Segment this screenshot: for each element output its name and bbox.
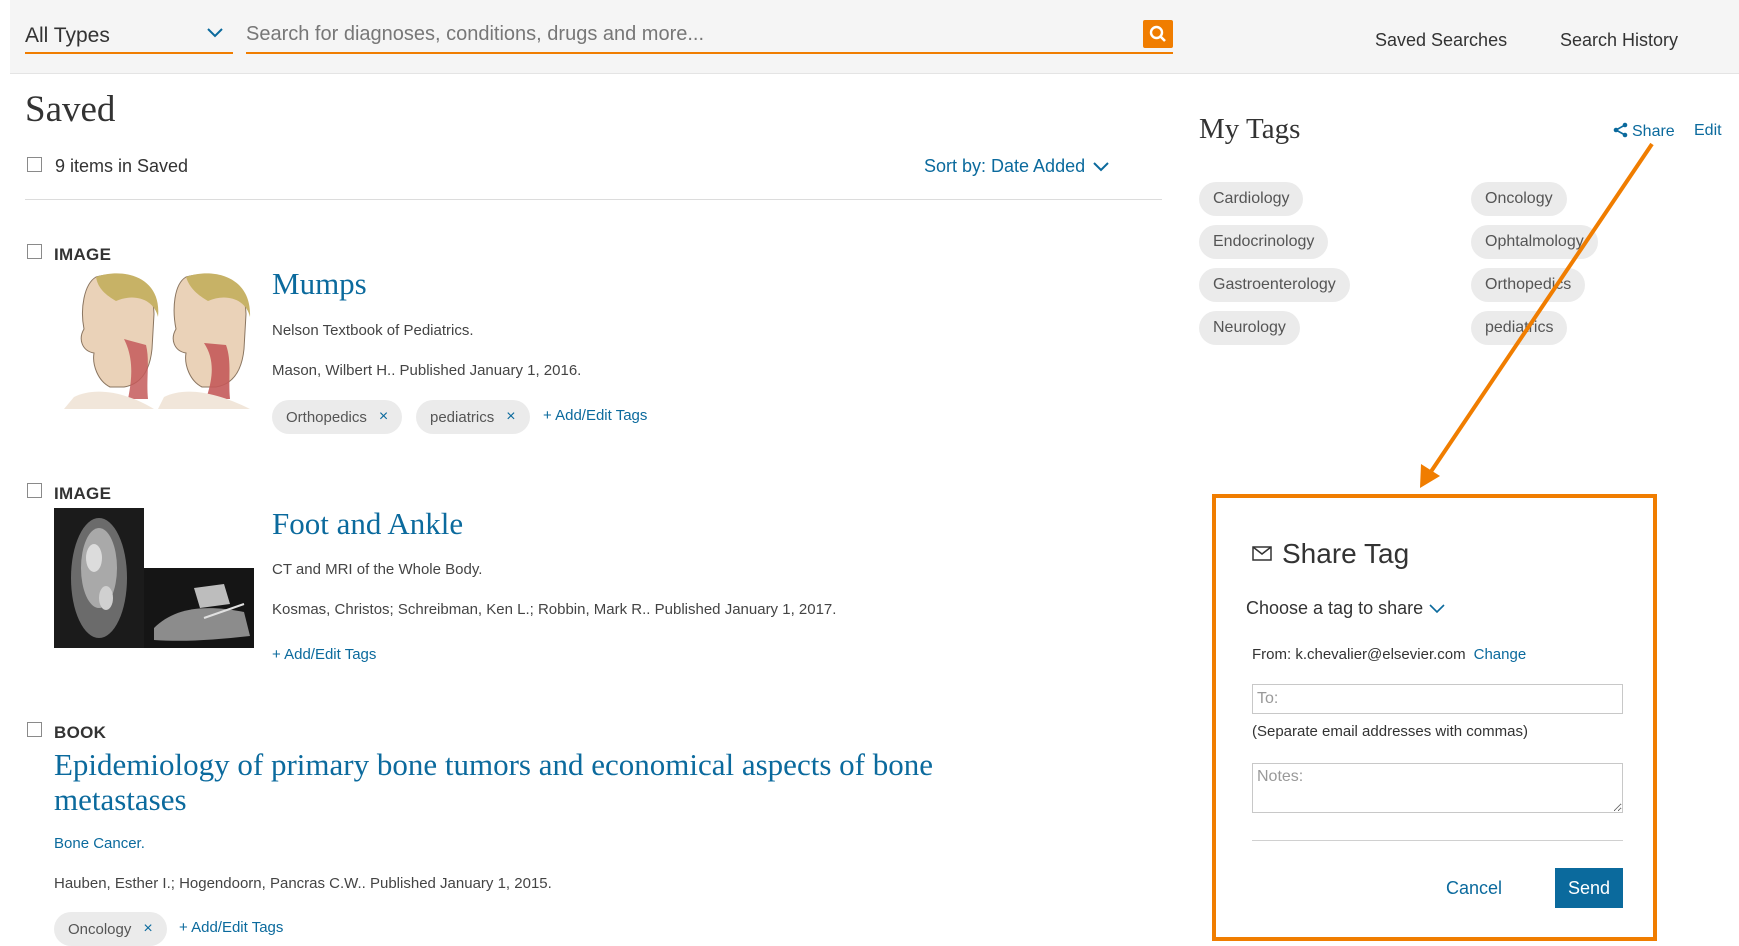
tag-oncology[interactable]: Oncology [1471,182,1567,216]
type-select-value: All Types [25,24,110,47]
divider [1252,840,1623,841]
search-box [246,18,1173,54]
notes-field[interactable] [1252,763,1623,813]
to-field[interactable] [1252,684,1623,714]
sort-dropdown[interactable]: Sort by: Date Added [924,156,1109,177]
add-edit-tags-link[interactable]: + Add/Edit Tags [179,919,283,936]
tag-ophtalmology[interactable]: Ophtalmology [1471,225,1598,259]
tag-endocrinology[interactable]: Endocrinology [1199,225,1329,259]
chevron-down-icon [1093,162,1109,172]
sort-label: Sort by: Date Added [924,156,1086,176]
tag-chip: Oncology × [54,912,167,946]
tag-chip-label: Oncology [68,920,132,938]
foot-ankle-scan [54,508,254,648]
tag-pediatrics[interactable]: pediatrics [1471,311,1568,345]
choose-tag-label: Choose a tag to share [1246,598,1424,618]
mumps-thumbnail[interactable] [54,269,254,409]
page-title: Saved [25,89,116,130]
tag-orthopedics[interactable]: Orthopedics [1471,268,1586,302]
chevron-down-icon [207,28,223,38]
chevron-down-icon [1429,604,1445,614]
tag-cardiology[interactable]: Cardiology [1199,182,1304,216]
result-checkbox[interactable] [27,722,42,737]
saved-searches-link[interactable]: Saved Searches [1375,30,1507,51]
top-search-bar: All Types Saved Searches Search History [10,0,1739,74]
result-authors: Hauben, Esther I.; Hogendoorn, Pancras C… [54,875,552,892]
envelope-icon [1252,546,1272,561]
search-history-link[interactable]: Search History [1560,30,1678,51]
search-button[interactable] [1143,20,1173,48]
divider [25,199,1162,200]
tag-chip-label: pediatrics [430,408,495,426]
tag-chip: Orthopedics × [272,400,403,434]
search-input[interactable] [246,18,1126,50]
result-type: BOOK [54,723,107,742]
result-source[interactable]: Bone Cancer. [54,835,145,852]
remove-tag-icon[interactable]: × [506,408,515,426]
to-hint: (Separate email addresses with commas) [1252,723,1528,740]
send-button[interactable]: Send [1555,868,1623,908]
change-link[interactable]: Change [1474,646,1527,663]
tag-chip: pediatrics × [416,400,530,434]
tag-gastroenterology[interactable]: Gastroenterology [1199,268,1350,302]
share-link[interactable]: Share [1613,122,1675,141]
type-select[interactable]: All Types [25,18,233,54]
result-title[interactable]: Epidemiology of primary bone tumors and … [54,747,994,817]
cancel-button[interactable]: Cancel [1446,878,1502,899]
my-tags-title: My Tags [1199,113,1301,145]
search-icon [1149,25,1166,42]
share-tag-title-text: Share Tag [1282,538,1410,569]
mumps-illustration [54,269,254,409]
result-type: IMAGE [54,245,112,264]
tag-neurology[interactable]: Neurology [1199,311,1300,345]
result-checkbox[interactable] [27,483,42,498]
result-source: Nelson Textbook of Pediatrics. [272,322,474,339]
remove-tag-icon[interactable]: × [379,408,388,426]
result-source: CT and MRI of the Whole Body. [272,561,483,578]
from-email: From: k.chevalier@elsevier.com [1252,646,1466,663]
add-edit-tags-link[interactable]: + Add/Edit Tags [272,646,376,663]
from-line: From: k.chevalier@elsevier.com Change [1252,646,1526,663]
result-title[interactable]: Foot and Ankle [272,506,463,541]
result-checkbox[interactable] [27,244,42,259]
share-tag-panel: Share Tag Choose a tag to share From: k.… [1212,494,1657,941]
remove-tag-icon[interactable]: × [143,920,152,938]
foot-ankle-thumbnail[interactable] [54,508,254,648]
share-icon [1613,122,1628,138]
tag-chip-label: Orthopedics [286,408,367,426]
share-tag-title: Share Tag [1252,538,1409,570]
result-authors: Kosmas, Christos; Schreibman, Ken L.; Ro… [272,601,837,618]
choose-tag-dropdown[interactable]: Choose a tag to share [1246,598,1445,619]
share-label: Share [1632,123,1675,140]
result-title[interactable]: Mumps [272,266,367,301]
add-edit-tags-link[interactable]: + Add/Edit Tags [543,407,647,424]
edit-link[interactable]: Edit [1694,122,1722,140]
items-count: 9 items in Saved [55,156,189,176]
result-type: IMAGE [54,484,112,503]
result-authors: Mason, Wilbert H.. Published January 1, … [272,362,582,379]
select-all-checkbox[interactable] [27,157,42,172]
